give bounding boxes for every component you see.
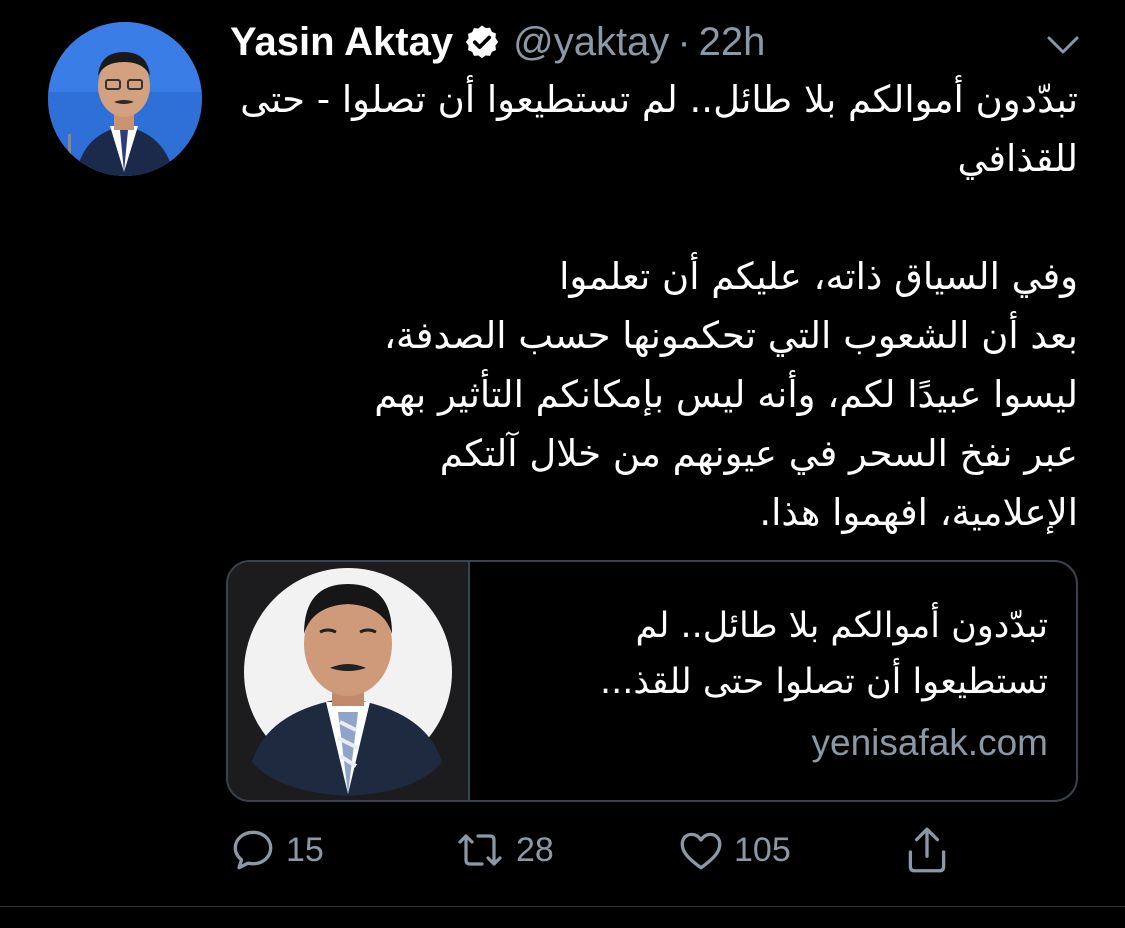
retweet-icon (458, 834, 502, 866)
chevron-down-icon[interactable] (1043, 30, 1083, 60)
share-icon (908, 827, 946, 873)
divider (0, 906, 1125, 907)
like-icon (680, 832, 722, 870)
separator-dot: · (677, 19, 691, 64)
link-card[interactable]: تبدّدون أموالكم بلا طائل.. لم تستطيعوا أ… (226, 560, 1078, 802)
like-count: 105 (734, 830, 791, 869)
tweet[interactable]: Yasin Aktay @yaktay · 22h تبدّدون أموالك… (0, 0, 1125, 928)
card-domain: yenisafak.com (811, 722, 1049, 763)
timestamp[interactable]: 22h (699, 20, 766, 65)
reply-button[interactable]: 15 (228, 820, 324, 880)
card-image (228, 562, 468, 800)
retweet-button[interactable]: 28 (452, 820, 554, 880)
reply-icon (233, 830, 273, 870)
share-button[interactable] (902, 820, 952, 880)
avatar-photo (48, 22, 202, 176)
avatar[interactable] (48, 22, 202, 176)
tweet-text: تبدّدون أموالكم بلا طائل.. لم تستطيعوا أ… (240, 78, 1078, 534)
like-button[interactable]: 105 (676, 820, 791, 880)
reply-count: 15 (286, 830, 324, 869)
display-name[interactable]: Yasin Aktay (230, 20, 453, 65)
action-bar: 15 28 105 (226, 820, 986, 880)
verified-badge-icon (465, 25, 499, 59)
tweet-header: Yasin Aktay @yaktay · 22h (230, 14, 765, 70)
card-body: تبدّدون أموالكم بلا طائل.. لم تستطيعوا أ… (468, 562, 1076, 800)
handle[interactable]: @yaktay (513, 20, 669, 65)
retweet-count: 28 (516, 830, 554, 869)
card-title: تبدّدون أموالكم بلا طائل.. لم تستطيعوا أ… (600, 606, 1048, 702)
